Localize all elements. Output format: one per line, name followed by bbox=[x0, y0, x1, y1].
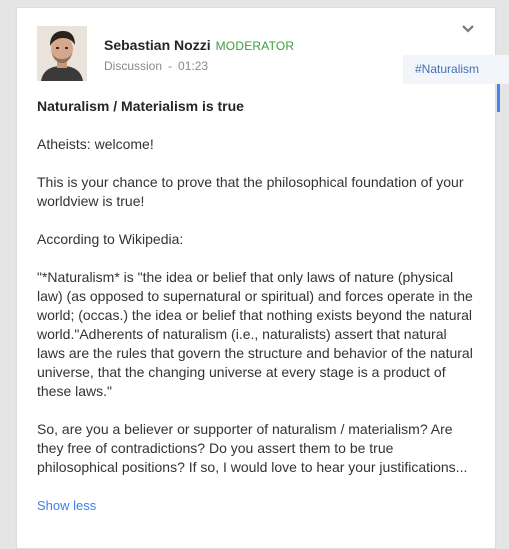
author-name[interactable]: Sebastian Nozzi bbox=[104, 37, 211, 53]
post-meta: Discussion -01:23 bbox=[104, 59, 208, 73]
avatar[interactable] bbox=[37, 26, 87, 81]
post-quote: "*Naturalism* is "the idea or belief tha… bbox=[37, 269, 473, 399]
chevron-down-icon[interactable] bbox=[461, 21, 475, 33]
post-paragraph: This is your chance to prove that the ph… bbox=[37, 174, 464, 209]
hashtag-chip[interactable]: #Naturalism bbox=[403, 55, 509, 84]
show-less-link[interactable]: Show less bbox=[37, 496, 96, 515]
post-paragraph: Atheists: welcome! bbox=[37, 136, 154, 152]
post-title: Naturalism / Materialism is true bbox=[37, 98, 244, 114]
post-paragraph: According to Wikipedia: bbox=[37, 231, 184, 247]
post-body: Naturalism / Materialism is true Atheist… bbox=[37, 97, 477, 515]
scroll-accent-bar bbox=[497, 84, 500, 112]
post-paragraph: So, are you a believer or supporter of n… bbox=[37, 421, 468, 475]
role-badge: MODERATOR bbox=[215, 39, 295, 53]
post-card: Sebastian Nozzi MODERATOR Discussion -01:2… bbox=[16, 7, 509, 549]
author-line: Sebastian Nozzi MODERATOR bbox=[104, 37, 294, 53]
avatar-photo bbox=[37, 26, 87, 81]
post-category[interactable]: Discussion bbox=[104, 59, 162, 73]
meta-separator: - bbox=[168, 59, 173, 73]
post-time[interactable]: 01:23 bbox=[178, 59, 208, 73]
